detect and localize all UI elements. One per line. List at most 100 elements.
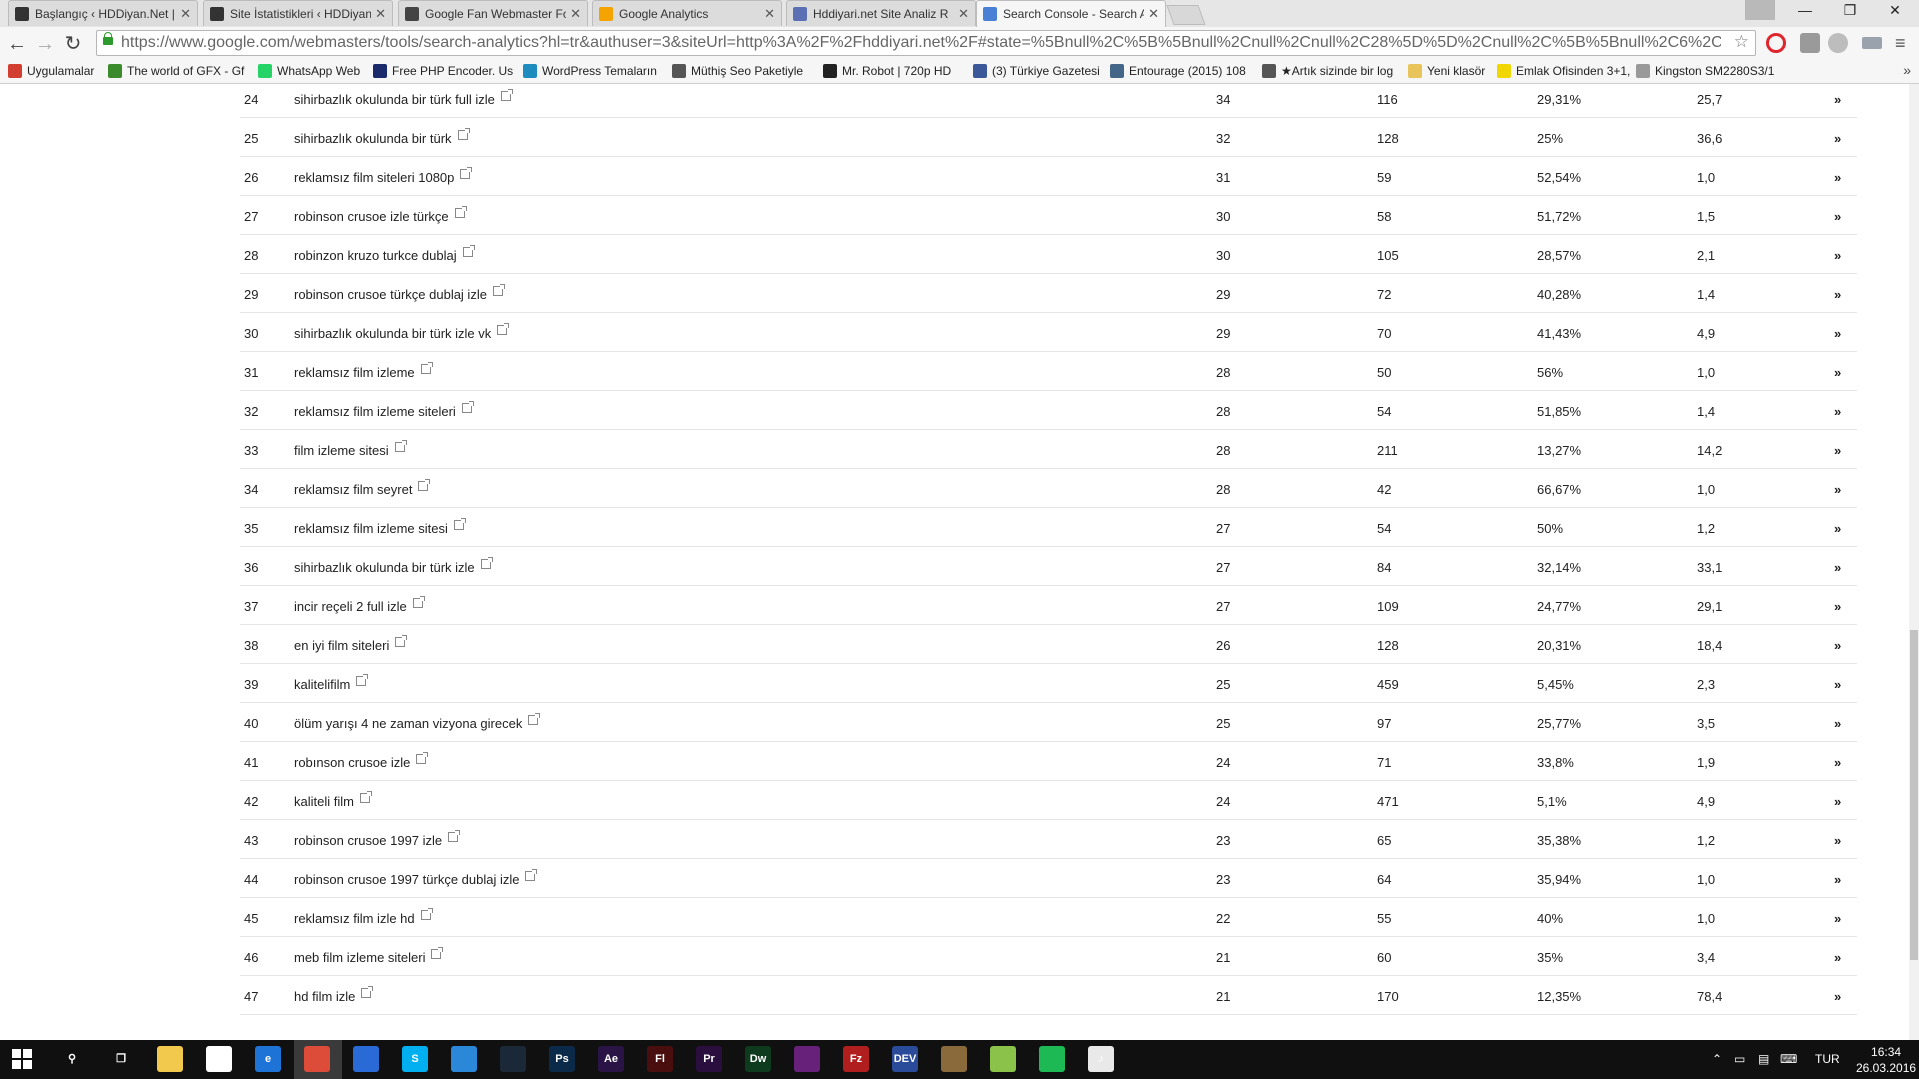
row-expand-icon[interactable]: » <box>1834 638 1841 653</box>
notes-icon[interactable] <box>451 1046 477 1072</box>
reload-button[interactable]: ↻ <box>60 31 86 57</box>
bookmark-item[interactable]: (3) Türkiye Gazetesi <box>973 64 1100 78</box>
table-row[interactable]: 47 hd film izle 21 170 12,35% 78,4 » <box>240 976 1857 1015</box>
table-row[interactable]: 30 sihirbazlık okulunda bir türk izle vk 2… <box>240 313 1857 352</box>
table-row[interactable]: 35 reklamsız film izleme sitesi 27 54 50% 1,2… <box>240 508 1857 547</box>
query-text[interactable]: sihirbazlık okulunda bir türk full izle <box>294 92 495 107</box>
table-row[interactable]: 36 sihirbazlık okulunda bir türk izle 27 84… <box>240 547 1857 586</box>
row-expand-icon[interactable]: » <box>1834 287 1841 302</box>
query-cell[interactable]: meb film izleme siteleri <box>294 947 444 965</box>
tab-5[interactable]: Hddiyari.net Site Analiz R ✕ <box>786 0 976 26</box>
table-row[interactable]: 24 sihirbazlık okulunda bir türk full izl… <box>240 84 1857 118</box>
query-text[interactable]: reklamsız film seyret <box>294 482 412 497</box>
query-cell[interactable]: incir reçeli 2 full izle <box>294 596 425 614</box>
tab-6[interactable]: Search Console - Search A ✕ <box>976 0 1166 27</box>
query-cell[interactable]: kaliteli film <box>294 791 372 809</box>
language-indicator[interactable]: TUR <box>1815 1052 1840 1066</box>
query-cell[interactable]: reklamsız film siteleri 1080p <box>294 167 473 185</box>
table-row[interactable]: 27 robinson crusoe izle türkçe 30 58 51,72% 1… <box>240 196 1857 235</box>
tab-close-icon[interactable]: ✕ <box>1148 6 1159 22</box>
external-link-icon[interactable] <box>361 986 374 998</box>
query-text[interactable]: meb film izleme siteleri <box>294 950 425 965</box>
table-row[interactable]: 25 sihirbazlık okulunda bir türk 32 128 25% 3… <box>240 118 1857 157</box>
chrome-icon[interactable] <box>304 1046 330 1072</box>
row-expand-icon[interactable]: » <box>1834 950 1841 965</box>
bookmark-item[interactable]: Mr. Robot | 720p HD <box>823 64 951 78</box>
table-row[interactable]: 28 robinzon kruzo turkce dublaj 30 105 28,57… <box>240 235 1857 274</box>
close-window-button[interactable]: ✕ <box>1873 2 1917 24</box>
query-text[interactable]: robinson crusoe izle türkçe <box>294 209 449 224</box>
chrome-menu-icon[interactable]: ≡ <box>1895 33 1911 54</box>
external-link-icon[interactable] <box>497 323 510 335</box>
query-cell[interactable]: sihirbazlık okulunda bir türk full izle <box>294 89 513 107</box>
bookmark-item[interactable]: Müthiş Seo Paketiyle <box>672 64 803 78</box>
external-link-icon[interactable] <box>416 752 429 764</box>
row-expand-icon[interactable]: » <box>1834 131 1841 146</box>
row-expand-icon[interactable]: » <box>1834 560 1841 575</box>
search-icon[interactable]: ⚲ <box>59 1046 85 1072</box>
bookmark-item[interactable]: WordPress Temaların <box>523 64 657 78</box>
table-row[interactable]: 33 film izleme sitesi 28 211 13,27% 14,2 » <box>240 430 1857 469</box>
dreamweaver-icon[interactable]: Dw <box>745 1046 771 1072</box>
external-link-icon[interactable] <box>359 791 372 803</box>
bookmark-item[interactable]: WhatsApp Web <box>258 64 360 78</box>
external-link-icon[interactable] <box>460 167 473 179</box>
table-row[interactable]: 32 reklamsız film izleme siteleri 28 54 51,8… <box>240 391 1857 430</box>
bookmark-item[interactable]: Entourage (2015) 108 <box>1110 64 1246 78</box>
bookmark-item[interactable]: Yeni klasör <box>1408 64 1485 78</box>
query-cell[interactable]: robinzon kruzo turkce dublaj <box>294 245 475 263</box>
query-text[interactable]: robinson crusoe 1997 izle <box>294 833 442 848</box>
scrollbar-thumb[interactable] <box>1910 630 1918 960</box>
address-bar[interactable]: https://www.google.com/webmasters/tools/… <box>96 30 1756 56</box>
row-expand-icon[interactable]: » <box>1834 911 1841 926</box>
mail-icon[interactable] <box>353 1046 379 1072</box>
bookmark-item[interactable]: Free PHP Encoder. Us <box>373 64 513 78</box>
table-row[interactable]: 43 robinson crusoe 1997 izle 23 65 35,38% 1,2… <box>240 820 1857 859</box>
minimize-button[interactable]: — <box>1783 2 1827 24</box>
query-text[interactable]: film izleme sitesi <box>294 443 389 458</box>
external-link-icon[interactable] <box>528 713 541 725</box>
tab-close-icon[interactable]: ✕ <box>180 6 191 22</box>
dev-icon[interactable]: DEV <box>892 1046 918 1072</box>
bookmark-item[interactable]: Kingston SM2280S3/1 <box>1636 64 1774 78</box>
external-link-icon[interactable] <box>412 596 425 608</box>
query-cell[interactable]: hd film izle <box>294 986 374 1004</box>
new-tab-button[interactable] <box>1166 5 1206 25</box>
query-text[interactable]: kaliteli film <box>294 794 354 809</box>
bookmarks-overflow-icon[interactable]: » <box>1903 62 1911 78</box>
row-expand-icon[interactable]: » <box>1834 872 1841 887</box>
flash-icon[interactable]: Fl <box>647 1046 673 1072</box>
query-text[interactable]: robinson crusoe 1997 türkçe dublaj izle <box>294 872 519 887</box>
external-link-icon[interactable] <box>500 89 513 101</box>
notifications-icon[interactable]: ▤ <box>1758 1052 1769 1066</box>
url-text[interactable]: https://www.google.com/webmasters/tools/… <box>121 34 1721 52</box>
maximize-button[interactable]: ❐ <box>1828 2 1872 24</box>
keyboard-icon[interactable]: ⌨ <box>1780 1052 1797 1066</box>
ghostery-extension-icon[interactable] <box>1800 33 1820 53</box>
tab-close-icon[interactable]: ✕ <box>764 6 775 22</box>
row-expand-icon[interactable]: » <box>1834 404 1841 419</box>
external-link-icon[interactable] <box>457 128 470 140</box>
skype-icon[interactable]: S <box>402 1046 428 1072</box>
query-cell[interactable]: robinson crusoe 1997 türkçe dublaj izle <box>294 869 538 887</box>
query-text[interactable]: robınson crusoe izle <box>294 755 410 770</box>
row-expand-icon[interactable]: » <box>1834 794 1841 809</box>
external-link-icon[interactable] <box>448 830 461 842</box>
query-text[interactable]: sihirbazlık okulunda bir türk izle <box>294 560 475 575</box>
tab-4[interactable]: Google Analytics ✕ <box>592 0 782 26</box>
external-link-icon[interactable] <box>418 479 431 491</box>
query-text[interactable]: sihirbazlık okulunda bir türk <box>294 131 452 146</box>
tab-close-icon[interactable]: ✕ <box>570 6 581 22</box>
external-link-icon[interactable] <box>492 284 505 296</box>
profile-button[interactable] <box>1745 0 1775 20</box>
forward-button[interactable]: → <box>32 31 58 57</box>
row-expand-icon[interactable]: » <box>1834 92 1841 107</box>
row-expand-icon[interactable]: » <box>1834 170 1841 185</box>
query-text[interactable]: robinson crusoe türkçe dublaj izle <box>294 287 487 302</box>
bookmark-item[interactable]: Uygulamalar <box>8 64 94 78</box>
bookmark-item[interactable]: Emlak Ofisinden 3+1, <box>1497 64 1630 78</box>
external-link-icon[interactable] <box>461 401 474 413</box>
query-cell[interactable]: sihirbazlık okulunda bir türk izle vk <box>294 323 510 341</box>
row-expand-icon[interactable]: » <box>1834 365 1841 380</box>
opera-extension-icon[interactable] <box>1766 33 1786 53</box>
